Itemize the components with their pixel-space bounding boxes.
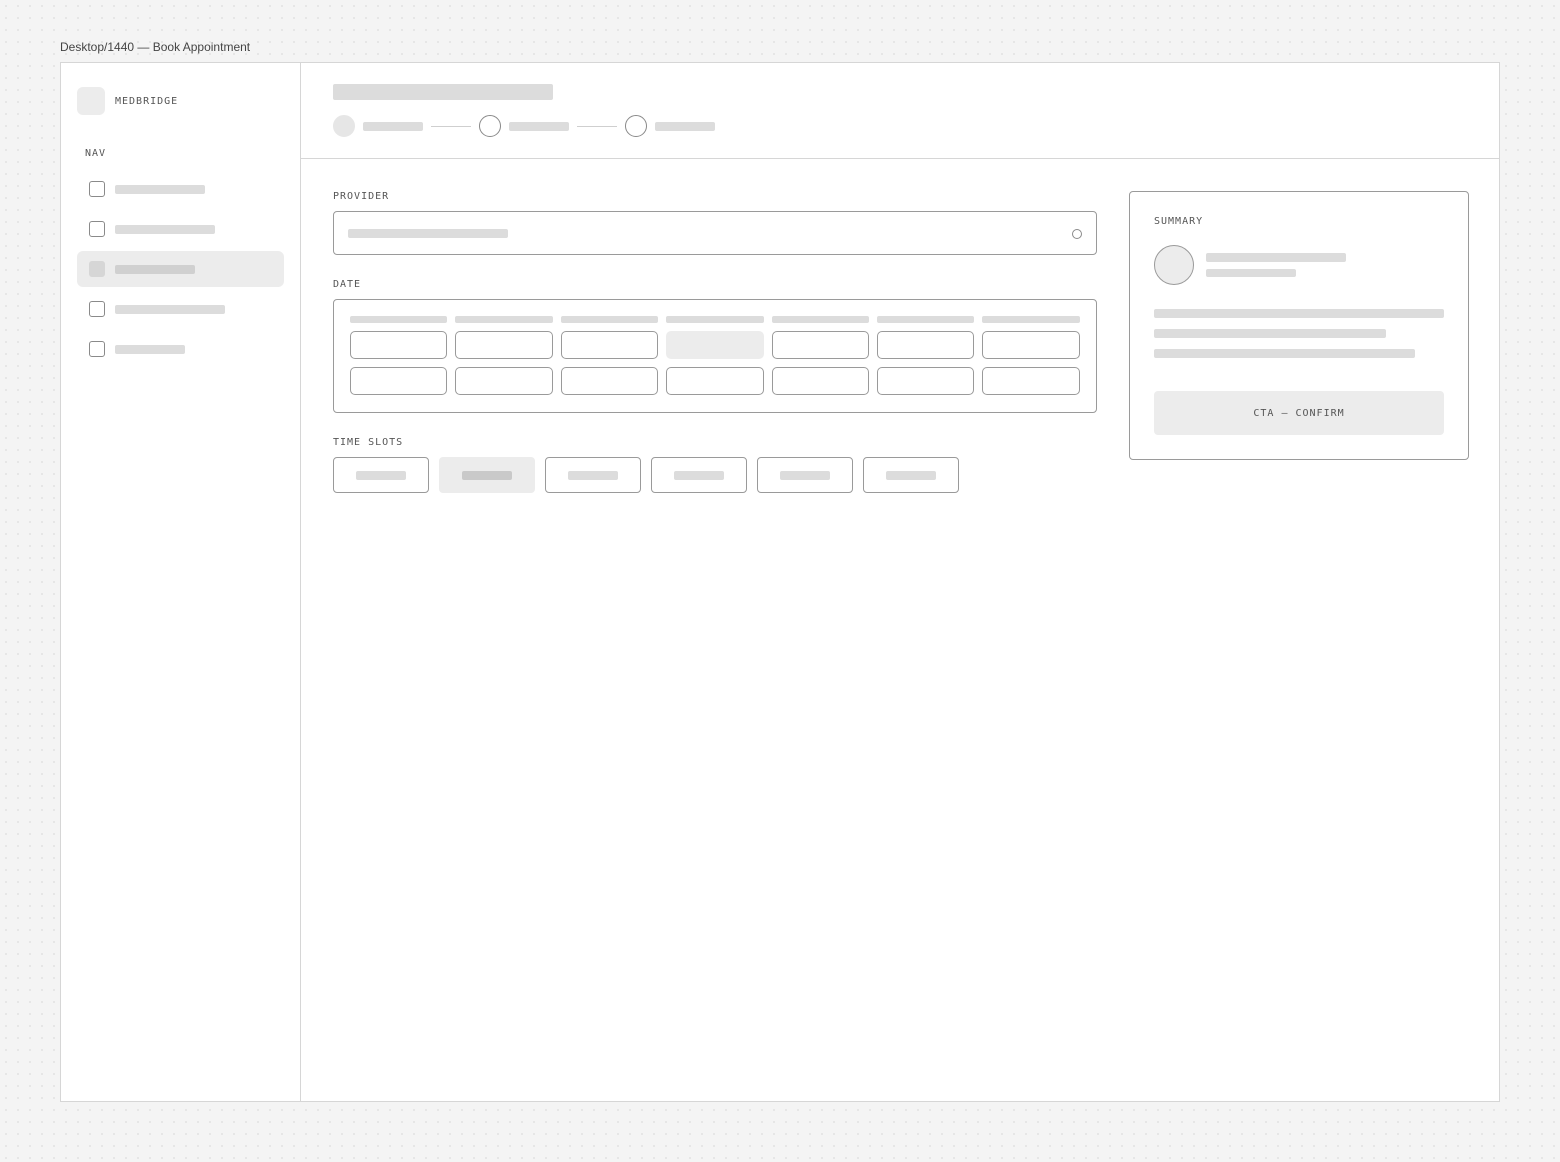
nav-list: [77, 171, 284, 371]
step-connector: [577, 125, 617, 127]
time-slot[interactable]: [757, 457, 853, 493]
brand-name: MEDBRIDGE: [115, 95, 179, 107]
step-2-label-placeholder: [509, 121, 569, 131]
sidebar-item-1[interactable]: [77, 171, 284, 207]
weekday-label-placeholder: [350, 316, 448, 323]
summary-subtitle-placeholder: [1206, 269, 1296, 277]
calendar-week-row: [350, 367, 1080, 395]
nav-item-label-placeholder: [115, 224, 215, 234]
page-header: [301, 63, 1499, 159]
time-slot-selected[interactable]: [439, 457, 535, 493]
sidebar-item-3-active[interactable]: [77, 251, 284, 287]
nav-item-icon: [89, 341, 105, 357]
step-3-indicator[interactable]: [625, 115, 647, 137]
brand[interactable]: MEDBRIDGE: [77, 87, 178, 115]
nav-section-label: NAV: [85, 148, 107, 159]
time-slot-label-placeholder: [462, 470, 512, 480]
weekday-label-placeholder: [876, 316, 975, 323]
nav-item-label-placeholder: [115, 264, 195, 274]
calendar-day[interactable]: [982, 331, 1080, 359]
weekday-label-placeholder: [455, 316, 553, 323]
nav-item-icon: [89, 261, 105, 277]
nav-item-icon: [89, 181, 105, 197]
nav-item-icon: [89, 301, 105, 317]
calendar-day[interactable]: [876, 367, 975, 395]
summary-name-placeholder: [1206, 253, 1346, 262]
weekday-label-placeholder: [982, 316, 1080, 323]
summary-card: SUMMARY CTA — CONFIRM: [1129, 191, 1469, 460]
frame-label: Desktop/1440 — Book Appointment: [60, 40, 251, 54]
sidebar: MEDBRIDGE NAV: [61, 63, 301, 1101]
step-1-label-placeholder: [363, 121, 423, 131]
calendar-day-selected[interactable]: [666, 331, 764, 359]
calendar-week-row: [350, 331, 1080, 359]
nav-item-label-placeholder: [115, 304, 225, 314]
provider-select[interactable]: [333, 211, 1097, 255]
calendar-day[interactable]: [876, 331, 975, 359]
confirm-button[interactable]: CTA — CONFIRM: [1154, 391, 1444, 435]
summary-detail-placeholder: [1154, 329, 1386, 338]
calendar-day[interactable]: [560, 331, 659, 359]
circle-icon: [1072, 229, 1082, 239]
calendar-day[interactable]: [982, 367, 1080, 395]
step-3-label-placeholder: [655, 121, 715, 131]
step-2-indicator[interactable]: [479, 115, 501, 137]
time-slot[interactable]: [651, 457, 747, 493]
time-slot[interactable]: [333, 457, 429, 493]
time-slot[interactable]: [545, 457, 641, 493]
time-slot[interactable]: [863, 457, 959, 493]
time-slot-label-placeholder: [886, 470, 936, 480]
calendar-day[interactable]: [455, 331, 553, 359]
calendar-day[interactable]: [560, 367, 659, 395]
summary-label: SUMMARY: [1154, 216, 1204, 227]
time-slot-label-placeholder: [674, 470, 724, 480]
stepper: [333, 115, 715, 137]
weekday-label-placeholder: [666, 316, 764, 323]
sidebar-item-2[interactable]: [77, 211, 284, 247]
summary-detail-placeholder: [1154, 309, 1444, 318]
weekday-label-placeholder: [560, 316, 659, 323]
calendar-day[interactable]: [666, 367, 764, 395]
booking-form: PROVIDER DATE TIME SLOTS: [333, 191, 1097, 493]
weekday-label-placeholder: [771, 316, 869, 323]
provider-value-placeholder: [348, 229, 508, 238]
calendar-day[interactable]: [771, 367, 869, 395]
time-slot-label-placeholder: [780, 470, 830, 480]
calendar-day[interactable]: [350, 331, 448, 359]
date-label: DATE: [333, 279, 362, 290]
nav-item-label-placeholder: [115, 344, 185, 354]
time-slots: [333, 457, 1097, 493]
time-slots-label: TIME SLOTS: [333, 437, 404, 448]
nav-item-label-placeholder: [115, 184, 205, 194]
calendar-day[interactable]: [771, 331, 869, 359]
app-frame: MEDBRIDGE NAV PROVIDER DATE TIME SLOTS S…: [60, 62, 1500, 1102]
page-title-placeholder: [333, 84, 553, 100]
sidebar-item-5[interactable]: [77, 331, 284, 367]
sidebar-item-4[interactable]: [77, 291, 284, 327]
summary-detail-placeholder: [1154, 349, 1415, 358]
step-1-indicator[interactable]: [333, 115, 355, 137]
logo-icon: [77, 87, 105, 115]
date-calendar: [333, 299, 1097, 413]
provider-label: PROVIDER: [333, 191, 390, 202]
calendar-weekday-header: [350, 316, 1080, 323]
calendar-day[interactable]: [455, 367, 553, 395]
nav-item-icon: [89, 221, 105, 237]
step-connector: [431, 125, 471, 127]
time-slot-label-placeholder: [356, 470, 406, 480]
calendar-day[interactable]: [350, 367, 448, 395]
avatar: [1154, 245, 1194, 285]
time-slot-label-placeholder: [568, 470, 618, 480]
